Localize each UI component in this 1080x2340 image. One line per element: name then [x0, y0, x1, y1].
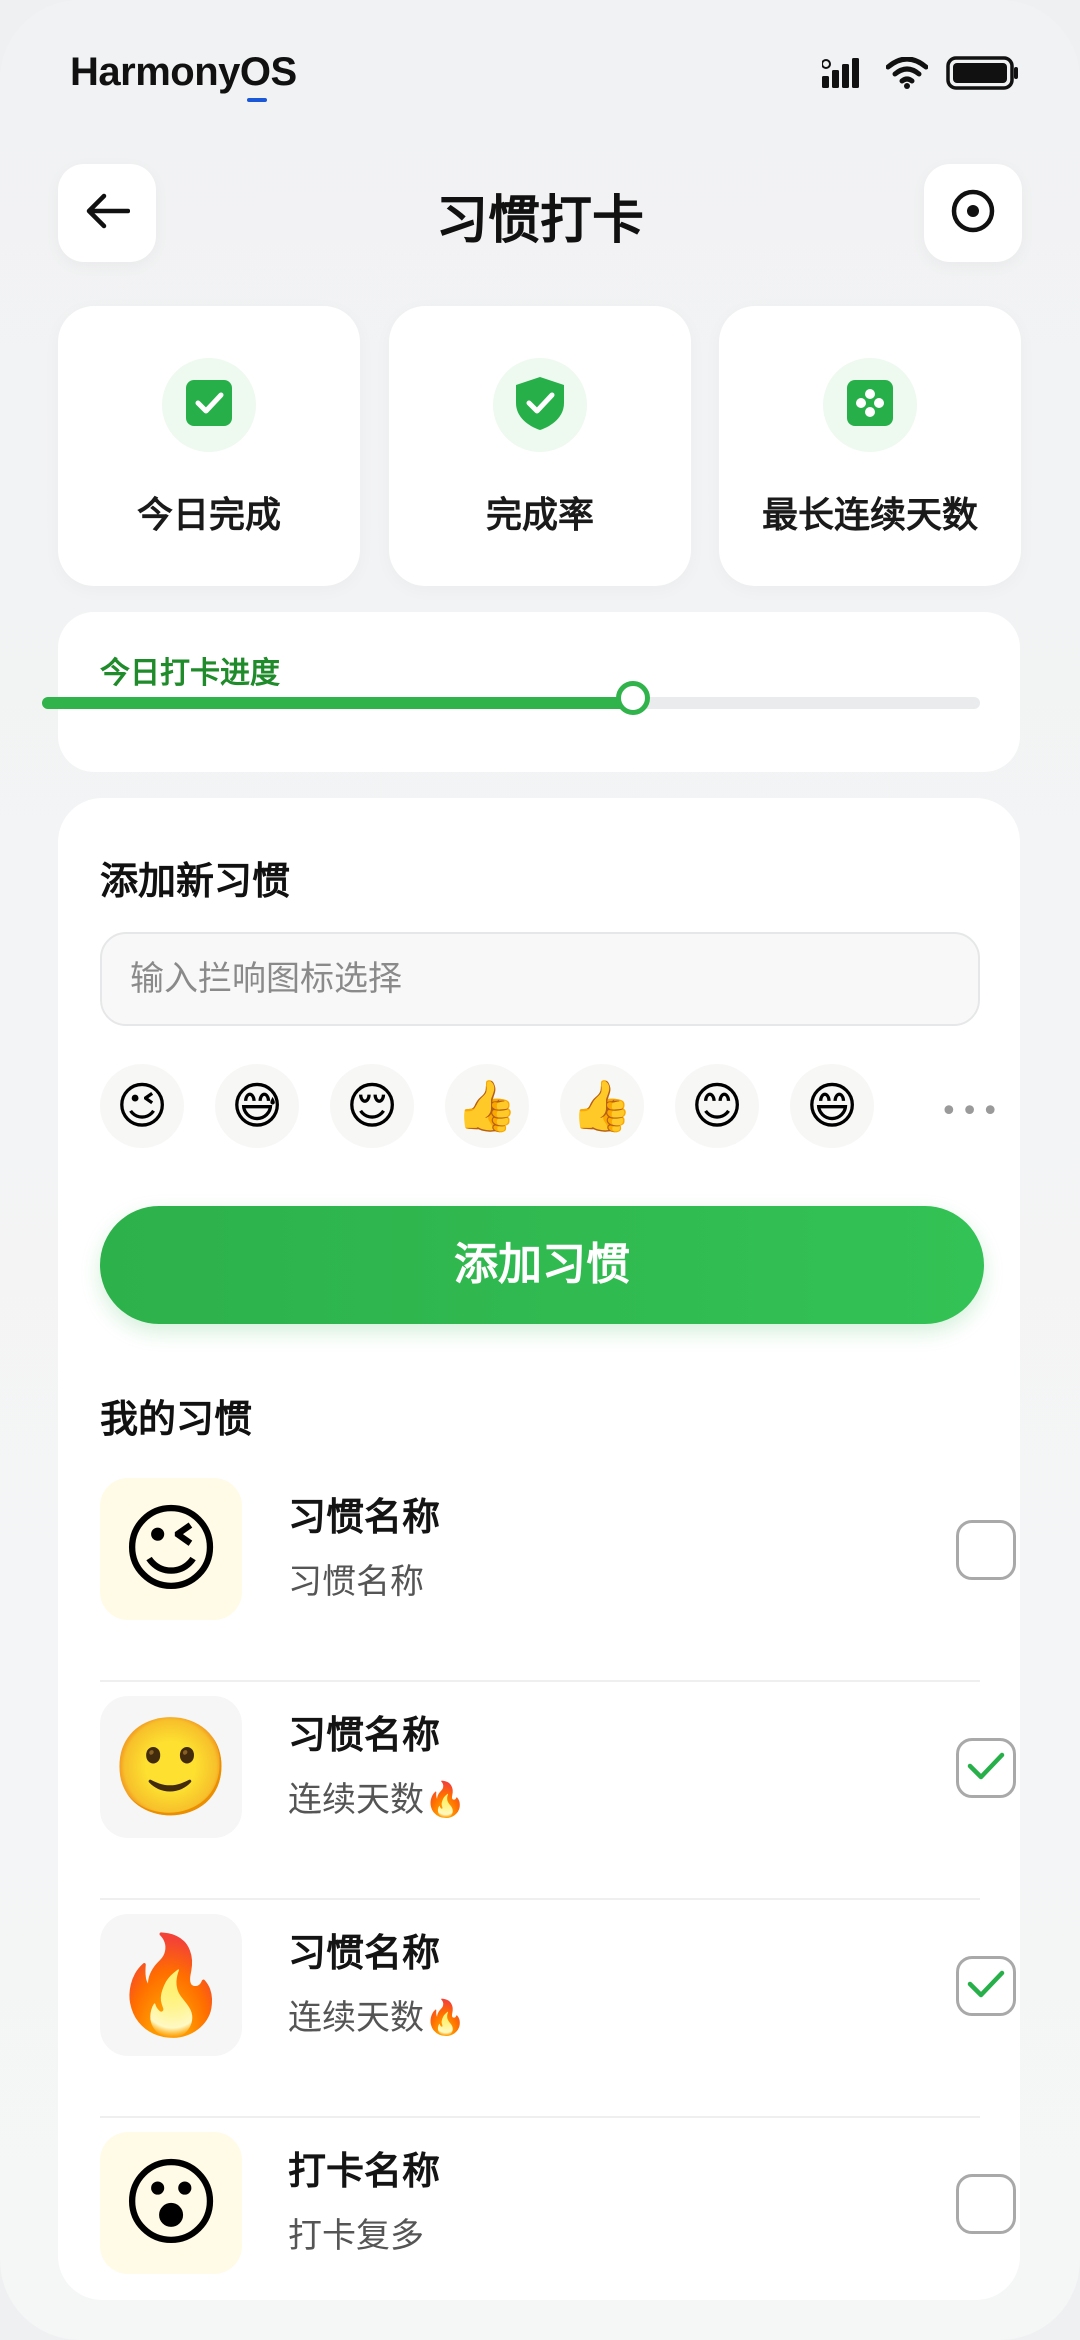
check-shield-icon — [514, 375, 566, 435]
habit-emoji: 😉 — [120, 1493, 222, 1605]
status-bar: HarmonyOS — [0, 0, 1080, 150]
habit-emoji: 😮 — [120, 2147, 222, 2259]
emoji-glyph: 😌 — [345, 1077, 399, 1135]
wifi-icon — [885, 56, 929, 93]
habit-emoji: 🙂 — [111, 1710, 231, 1823]
habit-subtitle: 连续天数🔥 — [288, 1780, 467, 1820]
emoji-option[interactable]: 👍 — [560, 1064, 644, 1148]
habit-avatar: 🔥 — [100, 1914, 242, 2056]
habit-row[interactable]: 🔥 习惯名称 连续天数🔥 — [100, 1900, 1016, 2118]
emoji-picker: 😉 😅 😌 👍 👍 😊 😄 ••• — [100, 1064, 999, 1150]
progress-card: 今日打卡进度 — [58, 612, 1020, 772]
habit-title: 习惯名称 — [288, 1713, 441, 1757]
progress-fill — [42, 697, 633, 709]
emoji-glyph: 😉 — [115, 1077, 169, 1135]
stat-label: 完成率 — [485, 495, 594, 536]
habit-name-input[interactable] — [100, 932, 980, 1026]
progress-label: 今日打卡进度 — [100, 656, 280, 691]
habit-checkbox[interactable] — [956, 1956, 1016, 2016]
status-icons — [821, 55, 1020, 95]
clover-icon — [845, 378, 895, 432]
app-screen: HarmonyOS 习惯打卡 今日完成 完成率 最长连续天数 今日打卡进度 添加… — [0, 0, 1080, 2340]
emoji-option[interactable]: 😄 — [790, 1064, 874, 1148]
emoji-option[interactable]: 😉 — [100, 1064, 184, 1148]
habit-subtitle: 连续天数🔥 — [288, 1998, 467, 2038]
habit-row[interactable]: 🙂 习惯名称 连续天数🔥 — [100, 1682, 1016, 1900]
emoji-option[interactable]: 😅 — [215, 1064, 299, 1148]
emoji-option[interactable]: 😊 — [675, 1064, 759, 1148]
target-button[interactable] — [924, 164, 1022, 262]
add-habit-title: 添加新习惯 — [100, 859, 291, 903]
emoji-option[interactable]: 😌 — [330, 1064, 414, 1148]
habit-avatar: 😮 — [100, 2132, 242, 2274]
habit-checkbox[interactable] — [956, 1738, 1016, 1798]
emoji-glyph: 😄 — [805, 1077, 859, 1135]
brand-logo: HarmonyOS — [70, 50, 297, 94]
stat-card-today-completed: 今日完成 — [58, 306, 360, 586]
my-habits-title: 我的习惯 — [100, 1397, 253, 1441]
habit-checkbox[interactable] — [956, 1520, 1016, 1580]
add-habit-button[interactable]: 添加习惯 — [100, 1206, 984, 1324]
emoji-glyph: 👍 — [570, 1076, 634, 1135]
stat-badge — [823, 358, 917, 452]
habit-title: 习惯名称 — [288, 1931, 441, 1975]
emoji-glyph: 😊 — [690, 1077, 744, 1135]
check-icon — [966, 1750, 1006, 1786]
stat-badge — [493, 358, 587, 452]
stat-card-longest-streak: 最长连续天数 — [719, 306, 1021, 586]
battery-icon — [946, 56, 1020, 94]
habit-emoji: 🔥 — [111, 1928, 231, 2041]
stat-label: 今日完成 — [136, 495, 281, 536]
more-emoji-button[interactable]: ••• — [940, 1094, 1002, 1129]
habit-checkbox[interactable] — [956, 2174, 1016, 2234]
stat-card-completion-rate: 完成率 — [389, 306, 691, 586]
habit-subtitle: 习惯名称 — [288, 1562, 424, 1602]
target-icon — [950, 188, 996, 238]
habit-title: 打卡名称 — [288, 2149, 441, 2193]
progress-track[interactable] — [42, 697, 980, 709]
habit-row[interactable]: 😮 打卡名称 打卡复多 — [100, 2118, 1016, 2336]
habit-avatar: 🙂 — [100, 1696, 242, 1838]
emoji-glyph: 😅 — [230, 1077, 284, 1135]
emoji-glyph: 👍 — [455, 1076, 519, 1135]
check-icon — [966, 1968, 1006, 2004]
stat-badge — [162, 358, 256, 452]
check-square-icon — [184, 378, 234, 432]
main-card: 添加新习惯 😉 😅 😌 👍 👍 😊 😄 ••• 添加习惯 我的习惯 😉 习惯名称… — [58, 798, 1020, 2300]
page-title: 习惯打卡 — [435, 191, 644, 251]
brand-underline — [247, 98, 267, 102]
progress-knob[interactable] — [615, 681, 650, 715]
habit-avatar: 😉 — [100, 1478, 242, 1620]
emoji-option[interactable]: 👍 — [445, 1064, 529, 1148]
habit-row[interactable]: 😉 习惯名称 习惯名称 — [100, 1464, 1016, 1682]
habit-title: 习惯名称 — [288, 1495, 441, 1539]
habit-subtitle: 打卡复多 — [288, 2216, 424, 2256]
stat-label: 最长连续天数 — [761, 495, 978, 536]
signal-icon — [821, 58, 868, 92]
